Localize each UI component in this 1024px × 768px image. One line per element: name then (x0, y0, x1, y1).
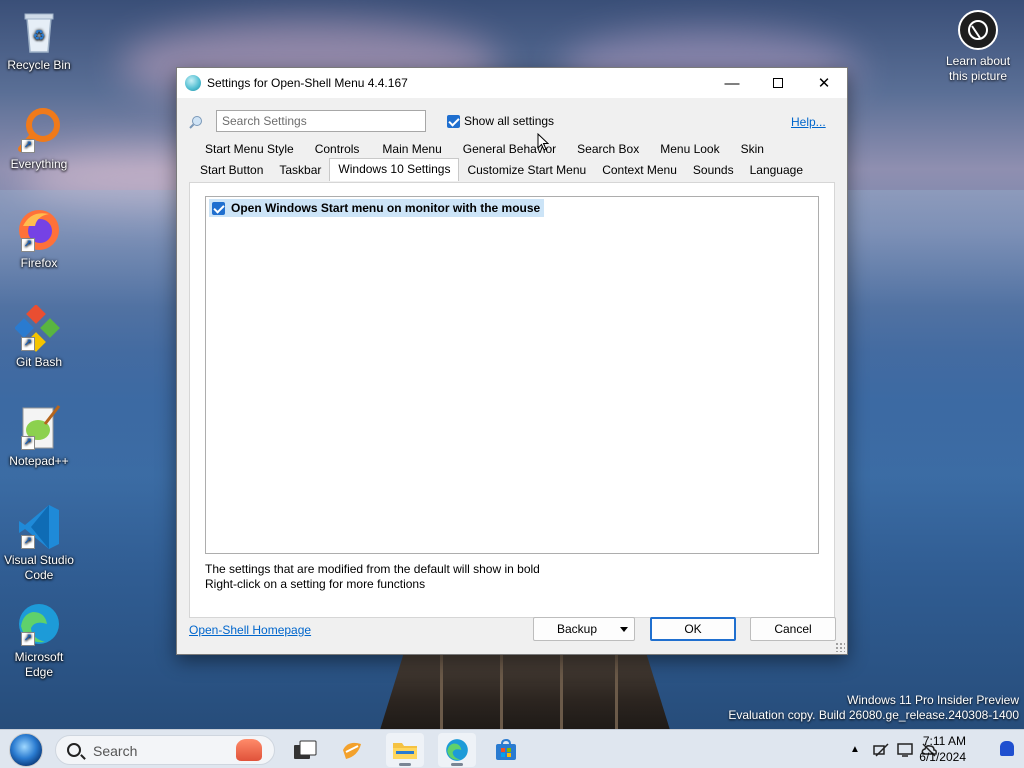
search-icon (189, 116, 202, 129)
tab-taskbar[interactable]: Taskbar (271, 160, 329, 181)
tab-skin[interactable]: Skin (733, 139, 772, 160)
desktop-icon-recycle-bin[interactable]: ♻ Recycle Bin (4, 8, 74, 73)
hint-bold-settings: The settings that are modified from the … (205, 562, 540, 576)
minimize-button[interactable]: — (709, 68, 755, 98)
search-icon (67, 743, 81, 757)
checkbox-checked[interactable] (212, 201, 225, 215)
file-explorer-icon[interactable] (386, 733, 424, 767)
vscode-icon: ↗ (15, 503, 63, 551)
shortcut-arrow-icon: ↗ (21, 535, 35, 549)
tabs-row-2: Start Button Taskbar Windows 10 Settings… (192, 158, 811, 181)
tab-customize-start-menu[interactable]: Customize Start Menu (459, 160, 594, 181)
taskbar-search-box[interactable]: Search (55, 735, 275, 765)
edge-taskbar-icon[interactable] (438, 733, 476, 767)
display-icon[interactable] (896, 742, 914, 758)
desktop-icon-git-bash[interactable]: ↗ Git Bash (4, 304, 74, 370)
desktop-icon-firefox[interactable]: ↗ Firefox (4, 206, 74, 271)
close-button[interactable]: ✕ (801, 68, 847, 98)
desktop-icon-vscode[interactable]: ↗ Visual Studio Code (4, 503, 74, 583)
show-hidden-icons-chevron-icon[interactable]: ▲ (850, 744, 860, 755)
backup-button[interactable]: Backup (533, 617, 635, 641)
tab-controls[interactable]: Controls (307, 139, 375, 160)
dropdown-caret-icon (620, 627, 628, 632)
git-bash-icon: ↗ (14, 304, 63, 353)
help-link[interactable]: Help... (791, 115, 826, 129)
tab-language[interactable]: Language (742, 160, 811, 181)
start-button[interactable] (9, 733, 43, 767)
tab-start-menu-style[interactable]: Start Menu Style (196, 139, 307, 160)
tab-start-button[interactable]: Start Button (192, 160, 271, 181)
learn-about-picture[interactable]: Learn about this picture (938, 10, 1018, 84)
tab-panel: Open Windows Start menu on monitor with … (189, 182, 835, 618)
show-all-settings-checkbox[interactable]: Show all settings (447, 114, 554, 128)
settings-list[interactable]: Open Windows Start menu on monitor with … (205, 196, 819, 554)
firefox-icon: ↗ (15, 206, 63, 254)
shortcut-arrow-icon: ↗ (21, 436, 35, 450)
tab-menu-look[interactable]: Menu Look (652, 139, 732, 160)
edge-icon: ↗ (15, 600, 63, 648)
recycle-bin-icon: ♻ (15, 8, 63, 56)
shortcut-arrow-icon: ↗ (21, 139, 35, 153)
window-title: Settings for Open-Shell Menu 4.4.167 (207, 76, 408, 90)
tab-general-behavior[interactable]: General Behavior (455, 139, 569, 160)
svg-text:♻: ♻ (33, 27, 46, 43)
widgets-icon[interactable] (333, 733, 371, 767)
desktop-icon-everything[interactable]: ↗ Everything (4, 107, 74, 172)
notification-bell-icon[interactable] (1000, 741, 1014, 756)
os-watermark: Windows 11 Pro Insider Preview Evaluatio… (728, 693, 1019, 722)
open-shell-icon (185, 75, 201, 91)
maximize-button[interactable] (755, 68, 801, 98)
mouse-cursor-icon (537, 133, 549, 151)
settings-dialog: Settings for Open-Shell Menu 4.4.167 — ✕… (176, 67, 848, 655)
title-bar[interactable]: Settings for Open-Shell Menu 4.4.167 — ✕ (177, 68, 847, 98)
taskbar: Search ▲ 7:11 AM 6/1/2024 (0, 729, 1024, 768)
tab-windows-10-settings[interactable]: Windows 10 Settings (329, 158, 460, 181)
homepage-link[interactable]: Open-Shell Homepage (189, 623, 311, 637)
ok-button[interactable]: OK (650, 617, 736, 641)
tab-context-menu[interactable]: Context Menu (594, 160, 685, 181)
network-icon[interactable] (872, 742, 890, 758)
shortcut-arrow-icon: ↗ (21, 632, 35, 646)
search-settings-input[interactable]: Search Settings (216, 110, 426, 132)
shortcut-arrow-icon: ↗ (21, 238, 35, 252)
tab-sounds[interactable]: Sounds (685, 160, 742, 181)
tab-search-box[interactable]: Search Box (569, 139, 652, 160)
task-view-icon[interactable] (286, 733, 324, 767)
resize-grip-icon[interactable] (835, 642, 845, 652)
tabs-row-1: Start Menu Style Controls Main Menu Gene… (196, 139, 772, 160)
everything-search-icon: ↗ (15, 107, 63, 155)
search-highlight-icon (236, 739, 262, 761)
cancel-button[interactable]: Cancel (750, 617, 836, 641)
hint-right-click: Right-click on a setting for more functi… (205, 577, 426, 591)
shortcut-arrow-icon: ↗ (21, 337, 35, 351)
clock[interactable]: 7:11 AM 6/1/2024 (919, 733, 966, 765)
store-icon[interactable] (487, 733, 525, 767)
camera-icon (958, 10, 998, 50)
notepadpp-icon: ↗ (15, 404, 63, 452)
tab-main-menu[interactable]: Main Menu (374, 139, 454, 160)
desktop-icon-notepadpp[interactable]: ↗ Notepad++ (4, 404, 74, 469)
checkbox-checked[interactable] (447, 114, 460, 128)
desktop-icon-edge[interactable]: ↗ Microsoft Edge (4, 600, 74, 680)
setting-open-start-on-mouse-monitor[interactable]: Open Windows Start menu on monitor with … (209, 199, 545, 217)
